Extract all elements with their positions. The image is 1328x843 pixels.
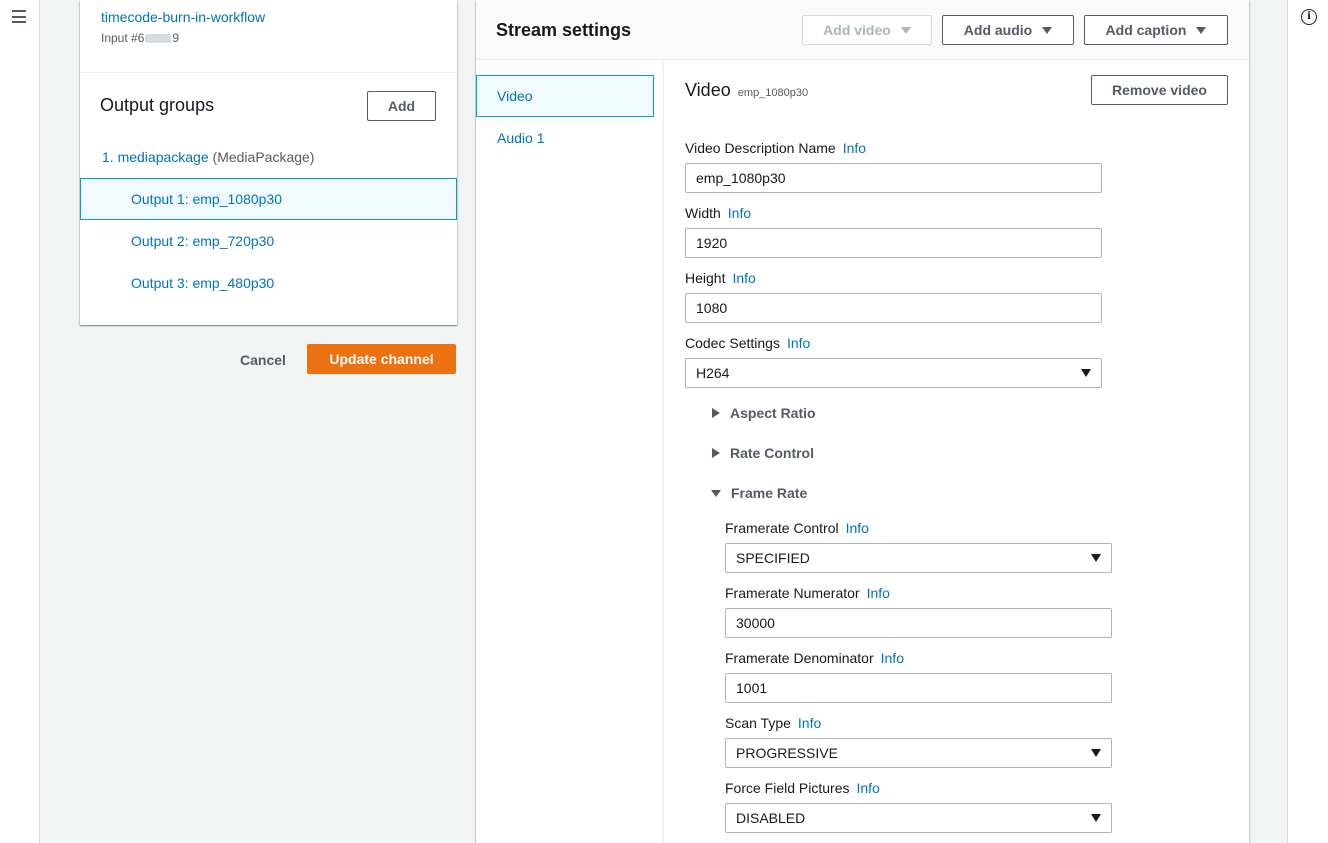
- cancel-button[interactable]: Cancel: [229, 345, 297, 374]
- add-audio-label: Add audio: [963, 22, 1033, 38]
- add-caption-button[interactable]: Add caption: [1084, 15, 1228, 45]
- scan-type-label: Scan Type Info: [725, 715, 821, 731]
- hamburger-menu-icon[interactable]: [12, 10, 26, 23]
- width-label: Width Info: [685, 205, 751, 221]
- aspect-ratio-expander[interactable]: Aspect Ratio: [712, 405, 816, 421]
- rate-control-expander[interactable]: Rate Control: [712, 445, 814, 461]
- caret-down-icon: [1091, 554, 1101, 562]
- caret-down-icon: [1091, 814, 1101, 822]
- field-label: Width: [685, 205, 721, 221]
- force-field-pictures-select[interactable]: DISABLED: [725, 803, 1112, 833]
- select-value: DISABLED: [736, 810, 806, 826]
- caret-right-icon: [712, 448, 720, 458]
- field-label: Framerate Control: [725, 520, 839, 536]
- output-item-3[interactable]: Output 3: emp_480p30: [80, 262, 457, 304]
- info-link[interactable]: Info: [732, 270, 755, 286]
- add-audio-button[interactable]: Add audio: [942, 15, 1074, 45]
- stream-tabs: Video Audio 1: [476, 60, 664, 843]
- add-video-button: Add video: [802, 15, 932, 45]
- caret-down-icon: [1091, 749, 1101, 757]
- info-link[interactable]: Info: [787, 335, 810, 351]
- expander-label: Frame Rate: [731, 485, 808, 501]
- redacted-id-block: [145, 34, 172, 44]
- select-value: PROGRESSIVE: [736, 745, 838, 761]
- update-channel-button[interactable]: Update channel: [307, 344, 456, 374]
- info-link[interactable]: Info: [867, 585, 890, 601]
- tab-audio-1[interactable]: Audio 1: [476, 117, 654, 159]
- caret-down-icon: [900, 26, 911, 34]
- framerate-denominator-label: Framerate Denominator Info: [725, 650, 904, 666]
- frame-rate-expander[interactable]: Frame Rate: [711, 485, 807, 501]
- framerate-control-label: Framerate Control Info: [725, 520, 869, 536]
- force-field-pictures-label: Force Field Pictures Info: [725, 780, 880, 796]
- info-link[interactable]: Info: [798, 715, 821, 731]
- info-link[interactable]: Info: [843, 140, 866, 156]
- output-groups-title: Output groups: [100, 95, 215, 115]
- height-input[interactable]: 1080: [685, 293, 1102, 323]
- video-description-name-label: Video Description Name Info: [685, 140, 866, 156]
- input-id: Input #6 9: [101, 31, 179, 45]
- stream-settings-header: Stream settings Add video Add audio Add …: [476, 0, 1249, 60]
- output-groups-panel: timecode-burn-in-workflow Input #6 9 Outp…: [80, 0, 457, 325]
- select-value: H264: [696, 365, 730, 381]
- framerate-numerator-label: Framerate Numerator Info: [725, 585, 890, 601]
- field-label: Scan Type: [725, 715, 791, 731]
- info-link[interactable]: Info: [881, 650, 904, 666]
- height-label: Height Info: [685, 270, 756, 286]
- video-description-name-input[interactable]: emp_1080p30: [685, 163, 1102, 193]
- output-group-link[interactable]: 1. mediapackage: [102, 149, 209, 165]
- expander-label: Rate Control: [730, 445, 814, 461]
- select-value: SPECIFIED: [736, 550, 810, 566]
- info-link[interactable]: Info: [846, 520, 869, 536]
- field-label: Codec Settings: [685, 335, 780, 351]
- caret-down-icon: [1042, 26, 1053, 34]
- add-video-label: Add video: [823, 22, 891, 38]
- field-label: Framerate Numerator: [725, 585, 860, 601]
- add-output-group-button[interactable]: Add: [367, 91, 436, 121]
- info-circle-icon[interactable]: i: [1301, 9, 1317, 25]
- info-link[interactable]: Info: [856, 780, 879, 796]
- field-label: Video Description Name: [685, 140, 836, 156]
- tab-video[interactable]: Video: [476, 75, 654, 117]
- navigation-rail: [0, 0, 40, 843]
- field-label: Height: [685, 270, 726, 286]
- codec-settings-select[interactable]: H264: [685, 358, 1102, 388]
- framerate-numerator-input[interactable]: 30000: [725, 608, 1112, 638]
- caret-down-icon: [1081, 369, 1091, 377]
- input-attachment-link[interactable]: timecode-burn-in-workflow: [101, 9, 265, 25]
- stream-settings-title: Stream settings: [496, 20, 632, 40]
- expander-label: Aspect Ratio: [730, 405, 816, 421]
- remove-video-button[interactable]: Remove video: [1091, 75, 1228, 105]
- framerate-control-select[interactable]: SPECIFIED: [725, 543, 1112, 573]
- divider: [80, 72, 457, 73]
- stream-settings-panel: Stream settings Add video Add audio Add …: [476, 0, 1249, 843]
- caret-down-icon: [711, 489, 721, 497]
- framerate-denominator-input[interactable]: 1001: [725, 673, 1112, 703]
- caret-down-icon: [1196, 26, 1207, 34]
- info-link[interactable]: Info: [728, 205, 751, 221]
- codec-settings-label: Codec Settings Info: [685, 335, 810, 351]
- caret-right-icon: [712, 408, 720, 418]
- video-section-subtitle: emp_1080p30: [737, 87, 809, 99]
- output-item-2[interactable]: Output 2: emp_720p30: [80, 220, 457, 262]
- video-section-title: Video emp_1080p30: [685, 80, 808, 101]
- video-section-heading: Video: [685, 80, 731, 100]
- input-id-prefix: Input #6: [101, 31, 145, 45]
- input-id-suffix: 9: [172, 31, 180, 45]
- scan-type-select[interactable]: PROGRESSIVE: [725, 738, 1112, 768]
- field-label: Framerate Denominator: [725, 650, 874, 666]
- help-rail: i: [1287, 0, 1328, 843]
- output-group-type: (MediaPackage): [212, 149, 315, 165]
- add-caption-label: Add caption: [1105, 22, 1187, 38]
- width-input[interactable]: 1920: [685, 228, 1102, 258]
- output-item-1[interactable]: Output 1: emp_1080p30: [80, 178, 457, 220]
- field-label: Force Field Pictures: [725, 780, 850, 796]
- output-group-item[interactable]: 1. mediapackage (MediaPackage): [102, 149, 314, 165]
